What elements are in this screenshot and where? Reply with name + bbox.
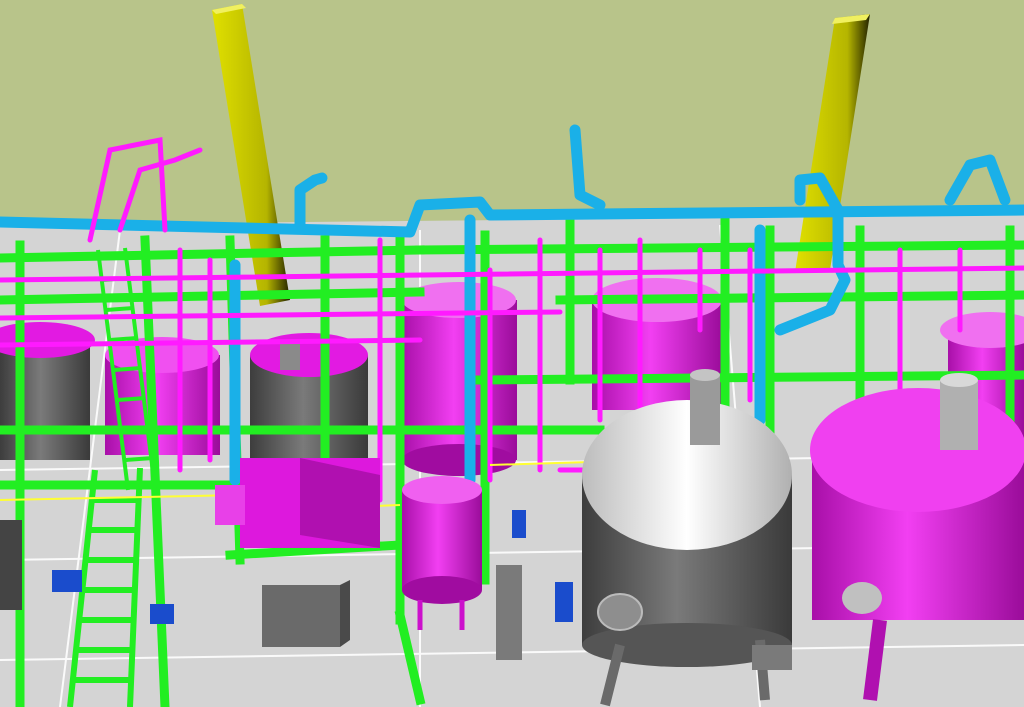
tank-left-edge bbox=[0, 520, 22, 610]
pump-blue-2 bbox=[150, 604, 174, 624]
pump-blue-4 bbox=[512, 510, 526, 538]
pump-blue-3 bbox=[555, 582, 573, 622]
plant-3d-viewport[interactable] bbox=[0, 0, 1024, 707]
tank-mid-grey bbox=[250, 333, 368, 465]
pump-blue-1 bbox=[52, 570, 82, 592]
background-sky bbox=[0, 0, 1024, 240]
plant-model bbox=[0, 0, 1024, 707]
equipment-base-grey bbox=[262, 580, 350, 647]
